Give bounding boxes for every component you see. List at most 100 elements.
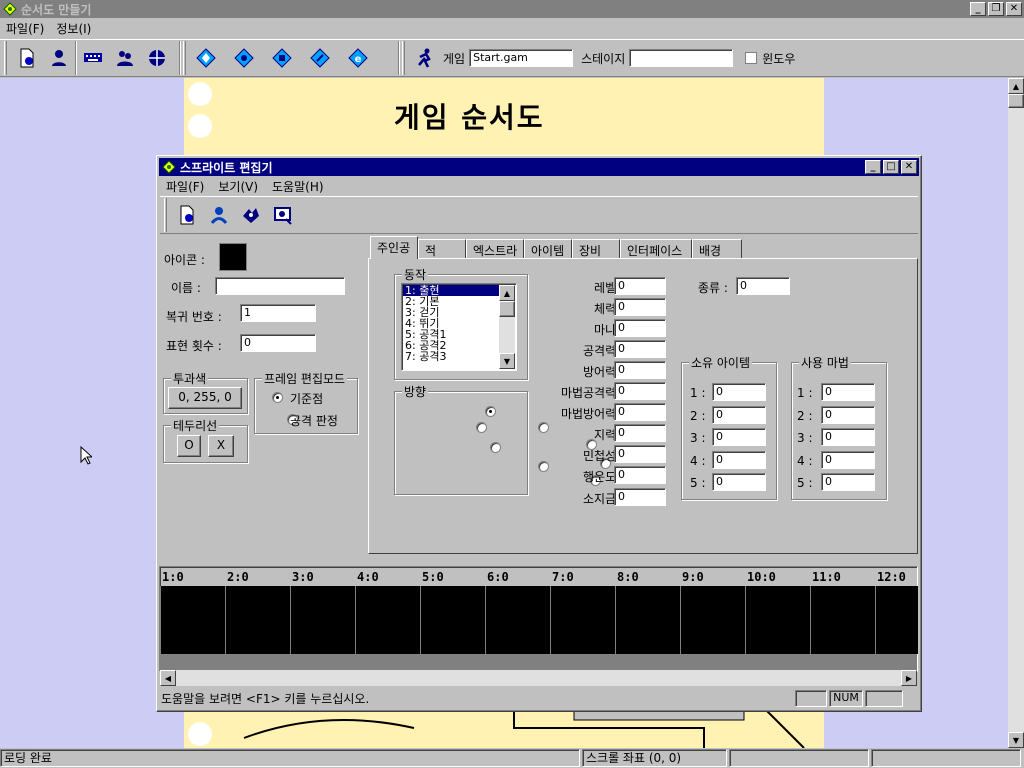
new-file-icon[interactable]: [11, 43, 43, 73]
name-label: 이름 :: [171, 281, 201, 295]
dialog-title: 스프라이트 편집기: [180, 160, 273, 175]
tab-enemy[interactable]: 적: [418, 239, 466, 258]
timeline-frame[interactable]: [745, 586, 810, 654]
vertical-scrollbar[interactable]: ▲ ▼: [1008, 78, 1024, 748]
diamond-face-icon[interactable]: [228, 43, 260, 73]
timeline-frame[interactable]: [485, 586, 550, 654]
close-button[interactable]: ✕: [1006, 2, 1022, 16]
tab-extra[interactable]: 엑스트라: [466, 239, 524, 258]
timeline-frame-label: 2:0: [227, 570, 249, 584]
menu-info[interactable]: 정보(I): [56, 20, 91, 37]
mouse-cursor-icon: [80, 446, 92, 465]
transparent-color-button[interactable]: 0, 255, 0: [168, 387, 242, 409]
timeline-frame[interactable]: [290, 586, 355, 654]
group-icon[interactable]: [109, 43, 141, 73]
scroll-left-button[interactable]: ◀: [160, 670, 176, 686]
window-label: 윈도우: [762, 51, 796, 66]
diamond-box-icon[interactable]: [266, 43, 298, 73]
timeline-scrollbar[interactable]: ◀ ▶: [160, 670, 917, 686]
timeline-frame-label: 5:0: [422, 570, 444, 584]
game-field[interactable]: Start.gam: [469, 49, 574, 67]
tab-hero[interactable]: 주인공: [370, 236, 418, 259]
icon-preview[interactable]: [219, 243, 247, 271]
scroll-right-button[interactable]: ▶: [901, 670, 917, 686]
timeline-frame-label: 12:0: [877, 570, 906, 584]
tab-interface[interactable]: 인터페이스: [620, 239, 692, 258]
main-statusbar: 로딩 완료 스크롤 좌표 (0, 0): [0, 748, 1024, 768]
tab-equipment[interactable]: 장비: [572, 239, 620, 258]
scroll-thumb[interactable]: [1008, 94, 1024, 108]
display-count-field[interactable]: 0: [240, 334, 316, 352]
restore-button[interactable]: ❐: [988, 2, 1004, 16]
dialog-menu-help[interactable]: 도움말(H): [272, 178, 324, 195]
status-pane: [795, 689, 827, 707]
preview-icon[interactable]: [267, 200, 299, 230]
timeline-frame-label: 4:0: [357, 570, 379, 584]
tab-background[interactable]: 배경: [692, 239, 742, 258]
dialog-menu-file[interactable]: 파일(F): [166, 178, 204, 195]
binder-hole: [188, 114, 212, 138]
border-on-button[interactable]: O: [177, 435, 201, 457]
keyboard-icon[interactable]: [77, 43, 109, 73]
globe-icon[interactable]: [141, 43, 173, 73]
minimize-button[interactable]: _: [970, 2, 986, 16]
app-icon: [162, 160, 176, 174]
timeline-frame[interactable]: [615, 586, 680, 654]
new-sprite-icon[interactable]: [171, 200, 203, 230]
diamond-move-icon[interactable]: [190, 43, 222, 73]
diamond-edit-icon[interactable]: [304, 43, 336, 73]
tab-item[interactable]: 아이템: [524, 239, 572, 258]
dialog-menu-view[interactable]: 보기(V): [218, 178, 258, 195]
status-left: 로딩 완료: [0, 749, 580, 767]
help-text: 도움말을 보려면 <F1> 키를 누르십시오.: [161, 691, 370, 706]
diamond-e-icon[interactable]: e: [342, 43, 374, 73]
name-field[interactable]: [215, 277, 345, 295]
dialog-maximize-button[interactable]: □: [883, 160, 899, 174]
border-line-group: 테두리선: [163, 417, 248, 463]
border-off-button[interactable]: X: [208, 435, 234, 457]
app-title: 순서도 만들기: [21, 2, 92, 17]
num-lock-indicator: NUM: [829, 689, 863, 707]
window-checkbox[interactable]: [745, 52, 758, 64]
game-label: 게임: [443, 51, 466, 66]
radio-base-point-label: 기준점: [290, 392, 324, 406]
dialog-menubar: 파일(F) 보기(V) 도움말(H): [160, 177, 918, 195]
canvas-title: 게임 순서도: [394, 101, 545, 134]
border-line-title: 테두리선: [171, 417, 220, 434]
svg-text:e: e: [355, 54, 362, 65]
timeline-footer: [160, 653, 917, 671]
stage-label: 스테이지: [581, 51, 626, 66]
radio-base-point[interactable]: [272, 392, 283, 403]
timeline-frame-label: 8:0: [617, 570, 639, 584]
status-scroll-coords: 스크롤 좌표 (0, 0): [582, 749, 727, 767]
user-icon[interactable]: [43, 43, 75, 73]
scroll-up-button[interactable]: ▲: [1008, 78, 1024, 94]
dialog-close-button[interactable]: ✕: [901, 160, 917, 174]
stage-field[interactable]: [629, 49, 734, 67]
frame-edit-mode-title: 프레임 편집모드: [262, 370, 348, 387]
dialog-statusbar: 도움말을 보려면 <F1> 키를 누르십시오. NUM: [159, 688, 919, 708]
timeline-frame-label: 3:0: [292, 570, 314, 584]
transparent-color-title: 투과색: [171, 370, 209, 387]
status-pane: [729, 749, 869, 767]
dialog-minimize-button[interactable]: _: [865, 160, 881, 174]
icon-label: 아이콘 :: [164, 253, 205, 267]
timeline-frame[interactable]: [160, 586, 225, 654]
tab-panel: [368, 258, 918, 554]
monster-icon[interactable]: [235, 200, 267, 230]
timeline-frame[interactable]: [355, 586, 420, 654]
runner-icon[interactable]: [409, 43, 441, 73]
return-number-field[interactable]: 1: [240, 304, 316, 322]
timeline-frame[interactable]: [420, 586, 485, 654]
timeline-frame[interactable]: [550, 586, 615, 654]
timeline-frame[interactable]: [225, 586, 290, 654]
menu-file[interactable]: 파일(F): [6, 20, 44, 37]
timeline-frame[interactable]: [875, 586, 918, 654]
scroll-down-button[interactable]: ▼: [1008, 732, 1024, 748]
timeline-frame[interactable]: [680, 586, 745, 654]
status-pane: [871, 749, 1021, 767]
timeline-frame-label: 1:0: [162, 570, 184, 584]
display-count-label: 표현 횟수 :: [166, 339, 222, 353]
character-icon[interactable]: [203, 200, 235, 230]
timeline-frame[interactable]: [810, 586, 875, 654]
